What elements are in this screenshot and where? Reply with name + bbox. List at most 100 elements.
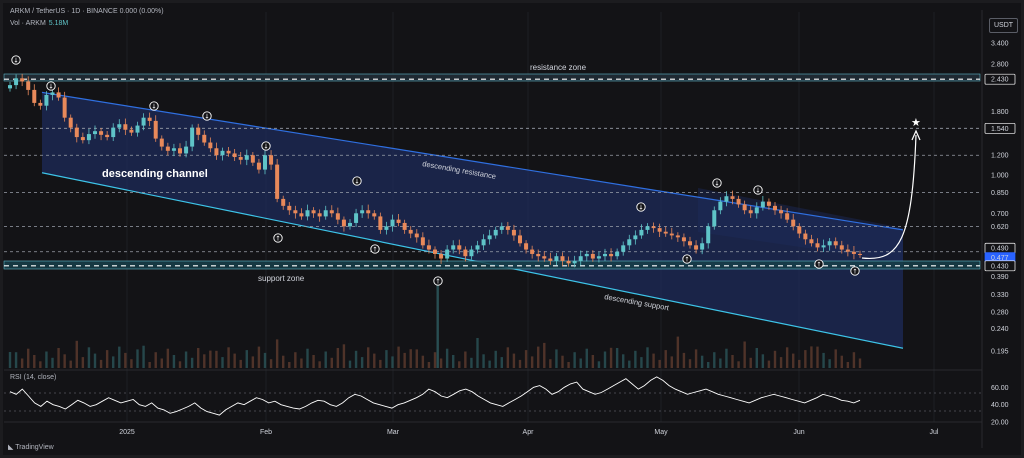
candle-body[interactable] bbox=[639, 229, 644, 236]
candle-body[interactable] bbox=[779, 210, 784, 214]
time-axis[interactable]: 2025 Feb Mar Apr May Jun Jul bbox=[119, 429, 939, 436]
candle-body[interactable] bbox=[354, 213, 359, 223]
candle-body[interactable] bbox=[505, 226, 510, 230]
candle-body[interactable] bbox=[542, 256, 547, 259]
candle-body[interactable] bbox=[845, 249, 850, 252]
candle-body[interactable] bbox=[111, 127, 116, 138]
candle-body[interactable] bbox=[760, 201, 765, 208]
candle-body[interactable] bbox=[815, 243, 820, 248]
candle-body[interactable] bbox=[518, 235, 522, 244]
candle-body[interactable] bbox=[196, 127, 201, 135]
candle-body[interactable] bbox=[511, 229, 516, 236]
candle-body[interactable] bbox=[627, 239, 632, 246]
candle-body[interactable] bbox=[141, 117, 146, 126]
candle-body[interactable] bbox=[20, 78, 25, 82]
candle-body[interactable] bbox=[609, 253, 614, 257]
candle-body[interactable] bbox=[366, 210, 371, 214]
candle-body[interactable] bbox=[147, 117, 152, 121]
candle-body[interactable] bbox=[524, 243, 529, 250]
candle-body[interactable] bbox=[681, 237, 686, 242]
candle-body[interactable] bbox=[833, 241, 838, 246]
currency-button[interactable]: USDT bbox=[989, 18, 1018, 33]
candle-body[interactable] bbox=[208, 142, 213, 149]
candle-body[interactable] bbox=[335, 213, 340, 220]
candle-body[interactable] bbox=[633, 235, 638, 240]
candle-body[interactable] bbox=[38, 102, 43, 106]
candle-body[interactable] bbox=[348, 222, 352, 227]
candle-body[interactable] bbox=[651, 226, 656, 229]
candle-body[interactable] bbox=[165, 146, 170, 151]
candle-body[interactable] bbox=[26, 81, 31, 90]
candle-body[interactable] bbox=[74, 127, 79, 138]
candle-body[interactable] bbox=[578, 256, 583, 261]
candle-body[interactable] bbox=[827, 241, 832, 246]
candle-body[interactable] bbox=[858, 253, 862, 255]
candle-body[interactable] bbox=[93, 131, 97, 135]
candle-body[interactable] bbox=[718, 201, 723, 211]
candle-body[interactable] bbox=[839, 245, 844, 250]
candle-body[interactable] bbox=[50, 92, 55, 95]
candle-body[interactable] bbox=[153, 120, 158, 139]
candle-body[interactable] bbox=[159, 138, 164, 147]
candle-body[interactable] bbox=[202, 134, 207, 143]
candle-body[interactable] bbox=[730, 196, 735, 199]
candle-body[interactable] bbox=[481, 239, 486, 246]
candle-body[interactable] bbox=[688, 241, 692, 246]
candle-body[interactable] bbox=[293, 210, 298, 214]
candle-body[interactable] bbox=[269, 155, 274, 165]
candle-body[interactable] bbox=[493, 229, 498, 236]
candle-body[interactable] bbox=[402, 222, 407, 230]
candle-body[interactable] bbox=[178, 148, 182, 154]
candle-body[interactable] bbox=[390, 219, 395, 227]
candle-body[interactable] bbox=[433, 249, 437, 254]
candle-body[interactable] bbox=[821, 245, 826, 248]
candle-body[interactable] bbox=[469, 249, 474, 257]
candle-body[interactable] bbox=[256, 162, 261, 170]
candle-body[interactable] bbox=[14, 78, 19, 86]
candle-body[interactable] bbox=[548, 258, 553, 261]
candle-body[interactable] bbox=[445, 249, 450, 259]
candle-body[interactable] bbox=[329, 210, 334, 214]
candle-body[interactable] bbox=[694, 245, 699, 250]
price-axis[interactable]: 3.400 2.800 2.430 1.800 1.540 1.200 1.000 0.850… bbox=[984, 41, 1016, 356]
candle-body[interactable] bbox=[32, 89, 37, 103]
candle-body[interactable] bbox=[184, 146, 189, 154]
candle-body[interactable] bbox=[572, 260, 577, 264]
candle-body[interactable] bbox=[62, 97, 67, 118]
candle-body[interactable] bbox=[797, 226, 802, 234]
candle-body[interactable] bbox=[451, 245, 456, 250]
candle-body[interactable] bbox=[99, 131, 104, 135]
candle-body[interactable] bbox=[736, 198, 741, 205]
candle-body[interactable] bbox=[117, 124, 122, 128]
candle-body[interactable] bbox=[378, 216, 383, 230]
candle-body[interactable] bbox=[263, 155, 267, 170]
candle-body[interactable] bbox=[360, 210, 365, 214]
candle-body[interactable] bbox=[669, 233, 674, 236]
candle-body[interactable] bbox=[105, 134, 110, 138]
candle-body[interactable] bbox=[590, 253, 595, 259]
candle-body[interactable] bbox=[244, 155, 249, 160]
price-chart[interactable]: ★ ↓ ↓ ↓ ↓ ↓ ↓ ↓ ↓ ↓ ↑ ↑ ↑ ↑ ↑ ↑ resistance zone descen… bbox=[0, 0, 1024, 458]
candle-body[interactable] bbox=[305, 210, 310, 217]
candle-body[interactable] bbox=[317, 213, 322, 217]
candle-body[interactable] bbox=[275, 164, 280, 199]
candle-body[interactable] bbox=[226, 150, 231, 154]
candle-body[interactable] bbox=[129, 129, 134, 133]
candle-body[interactable] bbox=[311, 210, 316, 214]
candle-body[interactable] bbox=[621, 245, 626, 252]
candle-body[interactable] bbox=[584, 253, 589, 257]
candle-body[interactable] bbox=[675, 235, 680, 238]
candle-body[interactable] bbox=[475, 245, 480, 250]
candle-body[interactable] bbox=[742, 204, 747, 211]
candle-body[interactable] bbox=[724, 196, 729, 202]
candle-body[interactable] bbox=[135, 125, 140, 133]
candle-body[interactable] bbox=[414, 233, 419, 238]
candle-body[interactable] bbox=[408, 229, 413, 234]
candle-body[interactable] bbox=[220, 150, 225, 156]
candle-body[interactable] bbox=[554, 256, 559, 261]
candle-body[interactable] bbox=[8, 85, 12, 89]
candle-body[interactable] bbox=[700, 243, 705, 250]
candle-body[interactable] bbox=[809, 239, 814, 244]
candle-body[interactable] bbox=[323, 210, 328, 217]
candle-body[interactable] bbox=[341, 219, 346, 227]
